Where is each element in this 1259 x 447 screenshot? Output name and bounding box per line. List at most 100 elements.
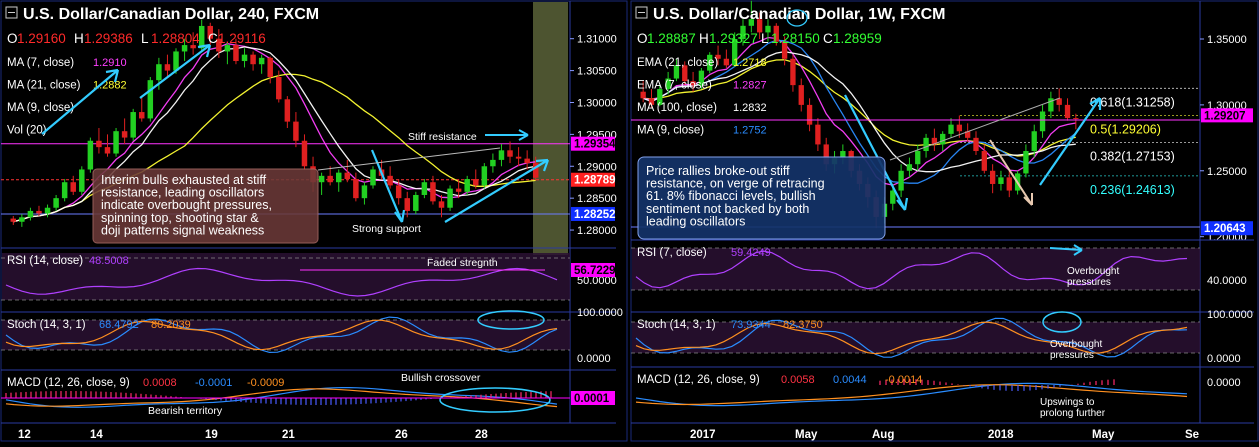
candle-body-20 (806, 104, 813, 125)
candle-body-42 (989, 170, 996, 184)
ohlc-value-h: 1.29327 (709, 31, 758, 46)
ohlc-key-l: L (141, 31, 149, 46)
candle-body-2 (27, 210, 34, 218)
x-tick-label-0: 12 (18, 429, 31, 441)
candle-body-37 (327, 175, 333, 183)
indicator-label-0: EMA (21, close) (637, 57, 718, 69)
macd-note-line: Upswings to (1040, 397, 1095, 408)
candle-body-17 (156, 64, 162, 81)
stoch-band (2, 320, 570, 350)
candle-body-36 (318, 175, 325, 183)
stoch-tick-1: 0.0000 (577, 353, 611, 365)
candle-body-58 (507, 150, 513, 157)
ohlc-key-h: H (74, 31, 84, 46)
candle-body-44 (1006, 177, 1012, 191)
candle-body-54 (473, 179, 479, 186)
candle-body-59 (515, 156, 522, 159)
y-tick-label-0: 1.31000 (577, 34, 617, 46)
candle-body-19 (173, 51, 179, 71)
y-tick-label-2: 1.30000 (577, 97, 617, 109)
price-tag-label-0: 1.29207 (1204, 110, 1246, 122)
ohlc-value-l: 1.28150 (771, 31, 820, 46)
candle-body-5 (53, 198, 59, 208)
stoch-value-1: 80.2039 (151, 319, 191, 331)
macd-value-1: -0.0001 (195, 377, 232, 389)
macd-note-top: Bullish crossover (401, 372, 481, 384)
ohlc-key-c: C (823, 31, 833, 46)
candle-body-9 (87, 140, 94, 170)
candle-body-31 (898, 170, 904, 191)
candle-body-43 (998, 177, 1004, 184)
price-tag-label-2: 1.28252 (574, 209, 616, 221)
rsi-value: 59.4249 (731, 247, 771, 259)
candle-body-36 (940, 133, 946, 145)
y-tick-label-6: 1.28000 (577, 225, 617, 237)
ohlc-key-o: O (7, 31, 18, 46)
ohlc-value-l: 1.28804 (151, 31, 200, 46)
y-tick-label-0: 1.35000 (1207, 34, 1247, 46)
rsi-value: 48.5008 (89, 255, 129, 267)
candle-body-29 (258, 57, 265, 65)
candle-body-28 (250, 54, 256, 65)
macd-label: MACD (12, 26, close, 9) (7, 377, 130, 389)
macd-value-1: 0.0044 (833, 374, 867, 386)
candle-body-32 (284, 99, 291, 122)
candle-body-14 (130, 112, 136, 138)
candle-body-3 (36, 210, 42, 214)
stoch-note-line: Overbought (1050, 339, 1102, 350)
candle-body-45 (395, 185, 402, 199)
candle-body-12 (113, 131, 119, 154)
chart-title: U.S. Dollar/Canadian Dollar, 1W, FXCM (653, 6, 946, 23)
rsi-label: RSI (14, close) (7, 255, 83, 267)
ohlc-key-o: O (637, 31, 648, 46)
rsi-note: Faded stregnth (427, 257, 498, 269)
candle-body-52 (455, 188, 462, 192)
candle-body-56 (490, 159, 496, 167)
chart-title: U.S. Dollar/Canadian Dollar, 240, FXCM (23, 6, 319, 23)
candle-body-20 (181, 45, 188, 52)
candle-body-19 (798, 85, 804, 105)
candle-body-41 (361, 185, 368, 199)
y-tick-label-2: 1.25000 (1207, 166, 1247, 178)
x-tick-label-0: 2017 (690, 429, 716, 441)
candle-body-50 (438, 201, 445, 208)
candle-body-53 (464, 179, 470, 192)
fib-label-2: 0.382(1.27153) (1090, 149, 1175, 163)
candle-body-46 (1023, 151, 1029, 174)
analysis-note-line: leading oscillators (646, 214, 745, 228)
analysis-note-line: doji patterns signal weakness (101, 223, 264, 237)
candle-body-34 (923, 137, 929, 152)
candle-body-44 (387, 175, 393, 186)
indicator-label-3: MA (9, close) (637, 125, 704, 137)
macd-value-2: -0.0009 (247, 377, 284, 389)
ohlc-value-o: 1.28887 (647, 31, 696, 46)
candle-body-16 (147, 80, 154, 119)
candle-body-48 (1039, 111, 1046, 132)
macd-tick-0: 0.0000 (1207, 377, 1241, 389)
candle-body-33 (293, 121, 299, 141)
candle-body-40 (973, 137, 979, 152)
x-tick-label-5: Se (1185, 429, 1199, 441)
candle-body-6 (61, 182, 68, 199)
candle-body-51 (447, 188, 453, 208)
indicator-label-1: MA (21, close) (7, 80, 81, 92)
candle-body-33 (915, 151, 921, 165)
candle-body-52 (1073, 118, 1079, 120)
indicator-label-1: EMA (7, close) (637, 80, 712, 92)
stoch-value-0: 68.4792 (99, 319, 139, 331)
macd-label: MACD (12, 26, close, 9) (637, 374, 760, 386)
stoch-tick-0: 100.0000 (1207, 309, 1253, 321)
candle-body-25 (224, 45, 231, 52)
rsi-note-line: Overbought (1067, 266, 1119, 277)
candle-body-30 (267, 57, 273, 77)
candle-body-51 (1064, 104, 1071, 119)
ohlc-key-l: L (761, 31, 769, 46)
indicator-value-1: 1.2827 (733, 80, 767, 92)
y-tick-label-4: 1.29000 (577, 161, 617, 173)
candle-body-57 (498, 150, 505, 160)
x-tick-label-1: 14 (90, 429, 103, 441)
candle-body-11 (104, 147, 111, 154)
price-tag-label-0: 1.29354 (574, 139, 616, 151)
indicator-value-3: 1.2752 (733, 125, 767, 137)
candle-body-34 (301, 140, 308, 167)
